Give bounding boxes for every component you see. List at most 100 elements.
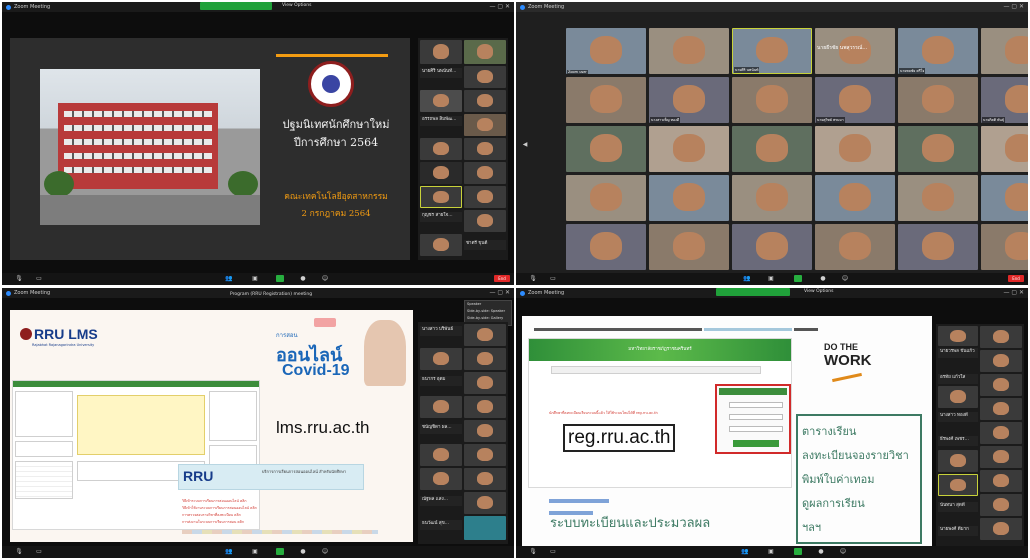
- participant-video[interactable]: [649, 28, 729, 74]
- participant-video[interactable]: [566, 175, 646, 221]
- participant-video[interactable]: [980, 326, 1022, 348]
- participant-video[interactable]: [420, 40, 462, 64]
- participant-video[interactable]: [815, 175, 895, 221]
- microphone-icon[interactable]: 🎙: [12, 547, 26, 557]
- participant-video[interactable]: [649, 175, 729, 221]
- participant-name-tile[interactable]: นายศิริ นพนันท์...: [420, 68, 462, 78]
- participant-video[interactable]: [980, 422, 1022, 444]
- participants-icon[interactable]: 👥: [738, 547, 752, 557]
- participant-name-tile[interactable]: ณัฐพล แสง...: [420, 496, 462, 506]
- chat-icon[interactable]: ▣: [248, 274, 262, 284]
- participant-video[interactable]: [420, 396, 462, 418]
- participant-video[interactable]: [938, 386, 978, 408]
- share-screen-icon[interactable]: [276, 548, 284, 555]
- participant-video[interactable]: [464, 444, 506, 466]
- participants-icon[interactable]: 👥: [222, 274, 236, 284]
- participant-video[interactable]: [464, 66, 506, 88]
- window-controls-icon[interactable]: — ▢ ✕: [489, 288, 510, 298]
- reactions-icon[interactable]: ☺: [838, 274, 852, 284]
- participant-video[interactable]: [981, 224, 1028, 270]
- participant-video[interactable]: [464, 162, 506, 184]
- participant-video[interactable]: [464, 186, 506, 208]
- service-link[interactable]: การส่งงานในระบบการเรียนการสอน คลิก: [182, 519, 382, 526]
- chat-icon[interactable]: ▣: [764, 274, 778, 284]
- service-link[interactable]: การตรวจสอบรายวิชาที่ลงทะเบียน คลิก: [182, 512, 382, 519]
- participant-name-tile[interactable]: กุญชร สายใจ...: [420, 212, 462, 222]
- participant-video[interactable]: [566, 224, 646, 270]
- participant-video[interactable]: [464, 40, 506, 64]
- participant-video[interactable]: [464, 396, 506, 418]
- share-screen-icon[interactable]: [276, 275, 284, 282]
- screen-share-banner[interactable]: [200, 2, 272, 10]
- participant-video[interactable]: [980, 374, 1022, 396]
- participant-video[interactable]: [420, 234, 462, 256]
- participant-video[interactable]: [464, 372, 506, 394]
- participant-video[interactable]: [464, 348, 506, 370]
- record-icon[interactable]: ●: [816, 274, 830, 284]
- participant-video[interactable]: [980, 446, 1022, 468]
- participant-video[interactable]: [732, 126, 812, 172]
- chat-icon[interactable]: ▣: [764, 547, 778, 557]
- participant-video[interactable]: [898, 175, 978, 221]
- video-camera-icon[interactable]: ▭: [546, 547, 560, 557]
- participant-name-tile[interactable]: ธนวัฒน์ สุข...: [420, 520, 462, 530]
- record-icon[interactable]: ●: [296, 547, 310, 557]
- participant-video-active[interactable]: [420, 186, 462, 208]
- microphone-icon[interactable]: 🎙: [12, 274, 26, 284]
- participant-video-active[interactable]: [938, 474, 978, 496]
- end-meeting-button[interactable]: End: [1008, 275, 1024, 282]
- participant-name-tile[interactable]: นายวรพล ขันแก้ว: [938, 348, 978, 358]
- participant-video[interactable]: [732, 175, 812, 221]
- record-icon[interactable]: ●: [814, 547, 828, 557]
- participant-video[interactable]: [898, 77, 978, 123]
- participant-video[interactable]: [980, 470, 1022, 492]
- participant-video[interactable]: [420, 162, 462, 184]
- participant-name-tile[interactable]: นางสาว บริพันธ์: [420, 326, 462, 336]
- login-button[interactable]: [733, 440, 779, 447]
- participant-video[interactable]: [815, 224, 895, 270]
- participant-video[interactable]: [464, 114, 506, 136]
- view-options[interactable]: View Options: [282, 3, 311, 8]
- participant-video[interactable]: [464, 492, 506, 514]
- reactions-icon[interactable]: ☺: [318, 274, 332, 284]
- participant-video[interactable]: [649, 224, 729, 270]
- view-option-speaker[interactable]: Speaker: [467, 301, 511, 308]
- participant-video[interactable]: [732, 77, 812, 123]
- window-controls-icon[interactable]: — ▢ ✕: [489, 2, 510, 12]
- window-controls-icon[interactable]: — ▢ ✕: [1003, 2, 1024, 12]
- link-line[interactable]: [549, 499, 609, 503]
- participant-video[interactable]: [464, 420, 506, 442]
- record-icon[interactable]: ●: [296, 274, 310, 284]
- view-option-side-gallery[interactable]: Side-by-side: Gallery: [467, 315, 511, 322]
- participant-video[interactable]: [566, 126, 646, 172]
- participant-video[interactable]: [464, 138, 506, 160]
- view-options[interactable]: View Options: [804, 289, 833, 294]
- participant-video[interactable]: [938, 450, 978, 472]
- participants-icon[interactable]: 👥: [222, 547, 236, 557]
- participant-video[interactable]: [980, 518, 1022, 540]
- participant-video[interactable]: [420, 348, 462, 370]
- share-screen-icon[interactable]: [794, 548, 802, 555]
- participant-video[interactable]: [464, 210, 506, 232]
- participant-video[interactable]: [938, 326, 978, 346]
- participant-video[interactable]: นายชลชัย ศรีใจ: [898, 28, 978, 74]
- video-camera-icon[interactable]: ▭: [546, 274, 560, 284]
- view-option-side-speaker[interactable]: Side-by-side: Speaker: [467, 308, 511, 315]
- reactions-icon[interactable]: ☺: [318, 547, 332, 557]
- participant-video[interactable]: [898, 224, 978, 270]
- participant-video[interactable]: [420, 90, 462, 112]
- participants-icon[interactable]: 👥: [740, 274, 754, 284]
- password-field[interactable]: [729, 414, 783, 420]
- participant-video[interactable]: [898, 126, 978, 172]
- participant-video[interactable]: [649, 126, 729, 172]
- service-link[interactable]: วิธีเข้าใช้งานระบบการเรียนการสอนออนไลน์ …: [182, 505, 382, 512]
- participant-video[interactable]: [980, 350, 1022, 372]
- window-controls-icon[interactable]: — ▢ ✕: [1003, 288, 1024, 298]
- participant-video[interactable]: [420, 444, 462, 466]
- previous-page-icon[interactable]: ◀: [518, 140, 532, 150]
- participant-video-active[interactable]: นายศิริ นพนันท์: [732, 28, 812, 74]
- share-screen-icon[interactable]: [794, 275, 802, 282]
- microphone-icon[interactable]: 🎙: [526, 547, 540, 557]
- microphone-icon[interactable]: 🎙: [526, 274, 540, 284]
- participant-name-tile[interactable]: ธนากร อุดม: [420, 376, 462, 386]
